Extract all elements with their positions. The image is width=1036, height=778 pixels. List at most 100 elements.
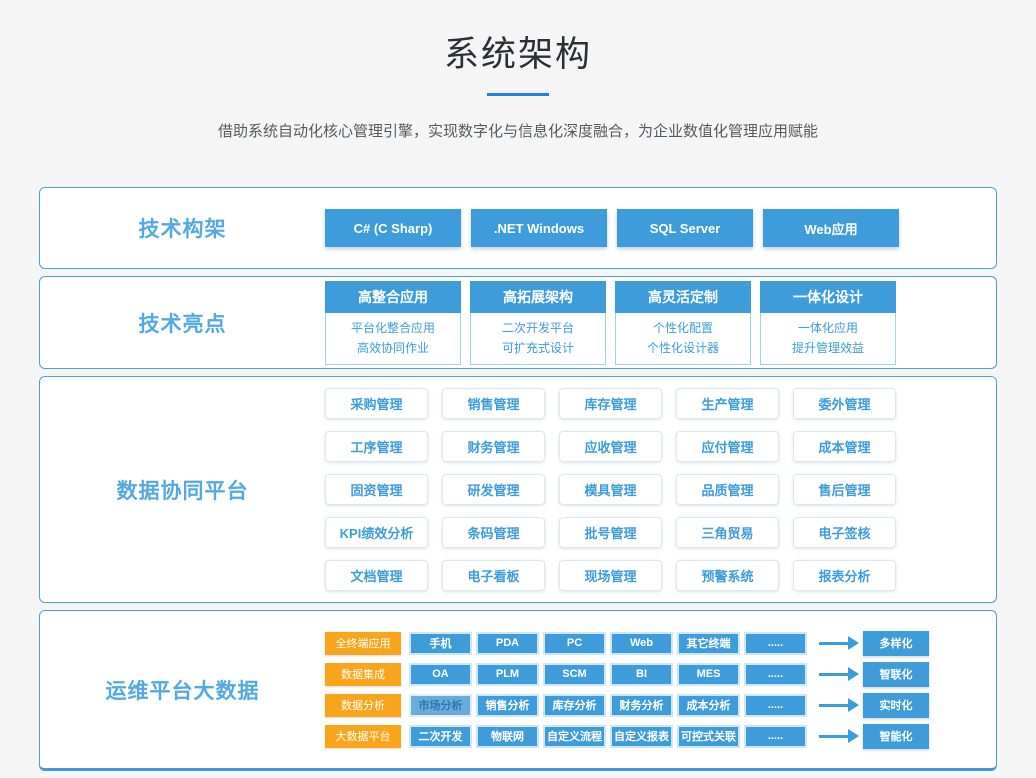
bigdata-item-button[interactable]: 市场分析: [409, 694, 472, 717]
page-subtitle: 借助系统自动化核心管理引擎，实现数字化与信息化深度融合，为企业数值化管理应用赋能: [0, 120, 1036, 141]
bigdata-item-button[interactable]: OA: [409, 663, 472, 686]
section-label-tech-framework: 技术构架: [40, 188, 325, 268]
bigdata-item-button[interactable]: MES: [677, 663, 740, 686]
bigdata-item-button[interactable]: .....: [744, 632, 807, 655]
bigdata-item-button[interactable]: 手机: [409, 632, 472, 655]
bigdata-item-button[interactable]: 自定义报表: [610, 725, 673, 748]
arrow-right-icon: [819, 704, 849, 707]
result-button[interactable]: 智能化: [863, 724, 929, 749]
highlight-card: 高灵活定制个性化配置个性化设计器: [615, 281, 751, 365]
module-button[interactable]: 文档管理: [325, 560, 428, 591]
module-button[interactable]: KPI绩效分析: [325, 517, 428, 548]
highlight-card-line: 平台化整合应用: [326, 318, 460, 338]
bigdata-item-button[interactable]: SCM: [543, 663, 606, 686]
tech-button-row: C# (C Sharp) .NET Windows SQL Server Web应用: [325, 209, 899, 247]
title-underline-decoration: [487, 93, 549, 96]
highlight-card-line: 可扩充式设计: [471, 338, 605, 358]
section-tech-highlights: 技术亮点 高整合应用平台化整合应用高效协同作业高拓展架构二次开发平台可扩充式设计…: [39, 276, 997, 369]
section-data-platform: 数据协同平台 采购管理销售管理库存管理生产管理委外管理工序管理财务管理应收管理应…: [39, 376, 997, 603]
module-button[interactable]: 品质管理: [676, 474, 779, 505]
bigdata-item-button[interactable]: .....: [744, 694, 807, 717]
module-button[interactable]: 售后管理: [793, 474, 896, 505]
section-label-bigdata-platform: 运维平台大数据: [40, 611, 325, 768]
highlight-card-body: 个性化配置个性化设计器: [615, 313, 751, 365]
bigdata-row: 全终端应用手机PDAPCWeb其它终端..... 多样化: [325, 631, 929, 656]
category-tag[interactable]: 全终端应用: [325, 632, 401, 655]
highlight-card-title: 高灵活定制: [615, 281, 751, 313]
module-button-grid: 采购管理销售管理库存管理生产管理委外管理工序管理财务管理应收管理应付管理成本管理…: [325, 388, 896, 591]
module-button[interactable]: 报表分析: [793, 560, 896, 591]
module-button[interactable]: 现场管理: [559, 560, 662, 591]
module-button[interactable]: 财务管理: [442, 431, 545, 462]
bigdata-row-list: 全终端应用手机PDAPCWeb其它终端..... 多样化数据集成 OAPLMSCMB…: [325, 631, 929, 749]
result-button[interactable]: 实时化: [863, 693, 929, 718]
tech-button[interactable]: C# (C Sharp): [325, 209, 461, 247]
bigdata-row: 数据集成 OAPLMSCMBIMES..... 智联化: [325, 662, 929, 687]
highlight-card: 高拓展架构二次开发平台可扩充式设计: [470, 281, 606, 365]
category-tag[interactable]: 数据集成: [325, 663, 401, 686]
section-label-data-platform: 数据协同平台: [40, 377, 325, 602]
bigdata-item-button[interactable]: 财务分析: [610, 694, 673, 717]
bigdata-item-button[interactable]: 其它终端: [677, 632, 740, 655]
highlight-card-line: 个性化设计器: [616, 338, 750, 358]
highlight-card-line: 个性化配置: [616, 318, 750, 338]
bigdata-item-button[interactable]: 自定义流程: [543, 725, 606, 748]
bigdata-item-button[interactable]: PLM: [476, 663, 539, 686]
category-tag[interactable]: 数据分析: [325, 694, 401, 717]
highlight-card-title: 高拓展架构: [470, 281, 606, 313]
highlight-card: 高整合应用平台化整合应用高效协同作业: [325, 281, 461, 365]
module-button[interactable]: 固资管理: [325, 474, 428, 505]
highlight-card-title: 一体化设计: [760, 281, 896, 313]
page-header: 系统架构 借助系统自动化核心管理引擎，实现数字化与信息化深度融合，为企业数值化管…: [0, 0, 1036, 141]
bigdata-item-button[interactable]: PC: [543, 632, 606, 655]
arrow-right-icon: [819, 673, 849, 676]
module-button[interactable]: 委外管理: [793, 388, 896, 419]
module-button[interactable]: 研发管理: [442, 474, 545, 505]
module-button[interactable]: 销售管理: [442, 388, 545, 419]
bigdata-item-button[interactable]: 物联网: [476, 725, 539, 748]
bigdata-item-button[interactable]: 成本分析: [677, 694, 740, 717]
module-button[interactable]: 批号管理: [559, 517, 662, 548]
bigdata-item-button[interactable]: 二次开发: [409, 725, 472, 748]
highlight-card-line: 高效协同作业: [326, 338, 460, 358]
module-button[interactable]: 成本管理: [793, 431, 896, 462]
module-button[interactable]: 电子签核: [793, 517, 896, 548]
module-button[interactable]: 生产管理: [676, 388, 779, 419]
bigdata-item-button[interactable]: Web: [610, 632, 673, 655]
bigdata-item-button[interactable]: 库存分析: [543, 694, 606, 717]
bigdata-item-button[interactable]: .....: [744, 725, 807, 748]
module-button[interactable]: 三角贸易: [676, 517, 779, 548]
page-title: 系统架构: [0, 26, 1036, 77]
bigdata-row: 大数据平台二次开发物联网自定义流程自定义报表可控式关联..... 智能化: [325, 724, 929, 749]
arrow-right-icon: [819, 642, 849, 645]
bigdata-row: 数据分析市场分析销售分析库存分析财务分析成本分析..... 实时化: [325, 693, 929, 718]
module-button[interactable]: 预警系统: [676, 560, 779, 591]
arrow-right-icon: [819, 735, 849, 738]
tech-button[interactable]: .NET Windows: [471, 209, 607, 247]
architecture-panels: 技术构架 C# (C Sharp) .NET Windows SQL Server W…: [0, 187, 1036, 771]
module-button[interactable]: 模具管理: [559, 474, 662, 505]
highlight-card-body: 二次开发平台可扩充式设计: [470, 313, 606, 365]
module-button[interactable]: 条码管理: [442, 517, 545, 548]
section-label-tech-highlights: 技术亮点: [40, 277, 325, 368]
bigdata-item-button[interactable]: 销售分析: [476, 694, 539, 717]
tech-button[interactable]: SQL Server: [617, 209, 753, 247]
result-button[interactable]: 智联化: [863, 662, 929, 687]
bigdata-item-button[interactable]: PDA: [476, 632, 539, 655]
highlight-card-line: 二次开发平台: [471, 318, 605, 338]
module-button[interactable]: 工序管理: [325, 431, 428, 462]
tech-button[interactable]: Web应用: [763, 209, 899, 247]
highlight-card-row: 高整合应用平台化整合应用高效协同作业高拓展架构二次开发平台可扩充式设计高灵活定制…: [325, 281, 896, 365]
module-button[interactable]: 应收管理: [559, 431, 662, 462]
module-button[interactable]: 应付管理: [676, 431, 779, 462]
module-button[interactable]: 采购管理: [325, 388, 428, 419]
result-button[interactable]: 多样化: [863, 631, 929, 656]
bigdata-item-button[interactable]: BI: [610, 663, 673, 686]
module-button[interactable]: 库存管理: [559, 388, 662, 419]
module-button[interactable]: 电子看板: [442, 560, 545, 591]
highlight-card-title: 高整合应用: [325, 281, 461, 313]
category-tag[interactable]: 大数据平台: [325, 725, 401, 748]
highlight-card-line: 一体化应用: [761, 318, 895, 338]
bigdata-item-button[interactable]: 可控式关联: [677, 725, 740, 748]
bigdata-item-button[interactable]: .....: [744, 663, 807, 686]
